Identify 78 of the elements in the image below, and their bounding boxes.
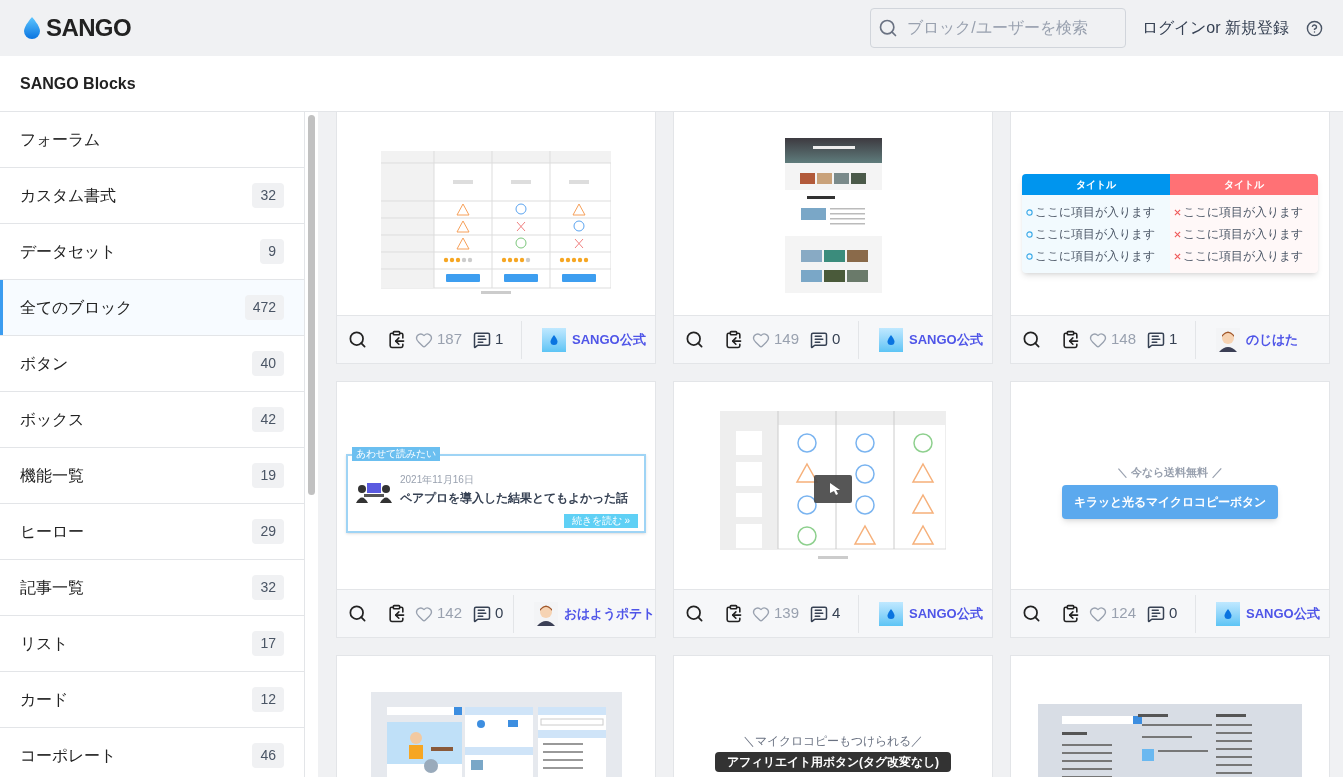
search-icon <box>878 18 899 38</box>
author-link[interactable]: SANGO公式 <box>909 603 983 624</box>
count-badge: 32 <box>252 575 284 600</box>
author-link[interactable]: SANGO公式 <box>572 329 646 350</box>
comment-icon <box>810 604 829 623</box>
circle-icon <box>1026 230 1033 238</box>
list-item-text: ここに項目が入ります <box>1183 226 1303 243</box>
comment-icon <box>810 330 829 349</box>
cross-icon <box>1174 208 1181 216</box>
post-title: ペアプロを導入した結果とてもよかった話 <box>400 490 628 507</box>
list-item-text: ここに項目が入ります <box>1183 248 1303 265</box>
search-button[interactable] <box>685 604 704 623</box>
brand-avatar <box>879 327 903 352</box>
author-link[interactable]: SANGO公式 <box>909 329 983 350</box>
column-title: タイトル <box>1170 174 1318 195</box>
copy-button[interactable] <box>387 330 406 349</box>
comment-button[interactable]: 4 <box>810 602 841 625</box>
login-link[interactable]: ログインor 新規登録 <box>1142 16 1289 40</box>
column-title: タイトル <box>1022 174 1170 195</box>
comment-icon <box>1147 604 1166 623</box>
circle-icon <box>1026 208 1033 216</box>
cross-icon <box>1174 252 1181 260</box>
search-button[interactable] <box>348 330 367 349</box>
heart-icon <box>415 330 433 349</box>
search-button[interactable] <box>1022 330 1041 349</box>
count-badge: 19 <box>252 463 284 488</box>
comment-button[interactable]: 1 <box>1147 328 1178 351</box>
microcopy-text: ＼ 今なら送料無料 ／ <box>1117 465 1223 481</box>
cross-icon <box>1174 230 1181 238</box>
list-item-text: ここに項目が入ります <box>1183 204 1303 221</box>
comment-icon <box>473 330 492 349</box>
count-badge: 472 <box>244 295 284 320</box>
help-icon[interactable] <box>1306 19 1323 37</box>
count-badge: 32 <box>252 183 284 208</box>
count-badge: 46 <box>252 743 284 768</box>
author-link[interactable]: おはようポテト <box>564 603 655 624</box>
heart-icon <box>1089 604 1107 623</box>
list-item-text: ここに項目が入ります <box>1035 204 1155 221</box>
brand-avatar <box>542 327 566 352</box>
related-post-label: あわせて読みたい <box>352 447 440 461</box>
comment-button[interactable]: 1 <box>473 328 504 351</box>
heart-icon <box>752 604 770 623</box>
comment-icon <box>1147 330 1166 349</box>
post-date: 2021年11月16日 <box>400 473 475 487</box>
author-link[interactable]: SANGO公式 <box>1246 603 1320 624</box>
count-badge: 17 <box>252 631 284 656</box>
scrollbar[interactable] <box>305 112 318 777</box>
search-button[interactable] <box>685 330 704 349</box>
heart-icon <box>415 604 433 623</box>
count-badge: 40 <box>252 351 284 376</box>
microcopy-text: ＼マイクロコピーもつけられる／ <box>743 734 923 748</box>
logo-text[interactable]: SANGO <box>46 10 131 46</box>
copy-button[interactable] <box>1061 330 1080 349</box>
list-item-text: ここに項目が入ります <box>1035 226 1155 243</box>
copy-button[interactable] <box>387 604 406 623</box>
count-badge: 29 <box>252 519 284 544</box>
count-badge: 9 <box>260 239 284 264</box>
circle-icon <box>1026 252 1033 260</box>
comment-button[interactable]: 0 <box>810 328 841 351</box>
page-title: SANGO Blocks <box>20 73 136 94</box>
sidebar-item[interactable]: 全てのブロック 472 <box>0 280 304 336</box>
copy-button[interactable] <box>724 330 743 349</box>
search-button[interactable] <box>1022 604 1041 623</box>
comment-icon <box>473 604 492 623</box>
list-item-text: ここに項目が入ります <box>1035 248 1155 265</box>
heart-icon <box>752 330 770 349</box>
brand-avatar <box>879 601 903 626</box>
comment-button[interactable]: 0 <box>1147 602 1178 625</box>
author-link[interactable]: のじはた <box>1246 329 1298 350</box>
brand-avatar <box>1216 601 1240 626</box>
search-field[interactable]: ブロック/ユーザーを検索 <box>870 8 1127 48</box>
count-badge: 12 <box>252 687 284 712</box>
copy-button[interactable] <box>724 604 743 623</box>
copy-button[interactable] <box>1061 604 1080 623</box>
heart-icon <box>1089 330 1107 349</box>
comment-button[interactable]: 0 <box>473 602 504 625</box>
count-badge: 42 <box>252 407 284 432</box>
search-button[interactable] <box>348 604 367 623</box>
